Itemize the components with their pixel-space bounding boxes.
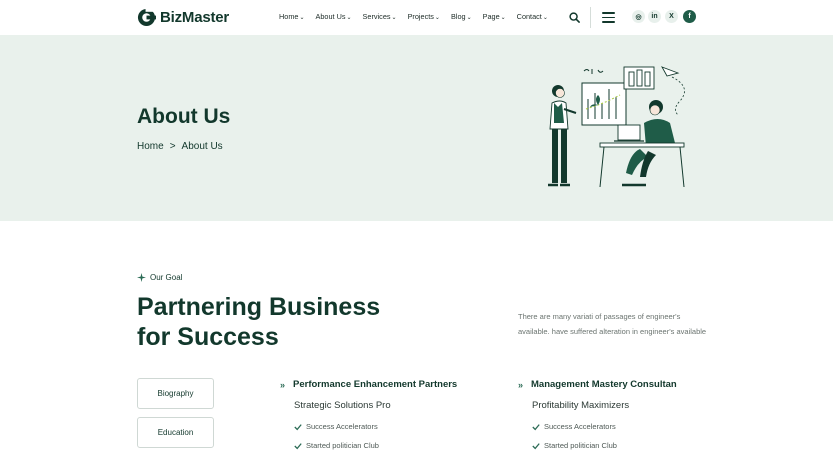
feature-subtitle: Profitability Maximizers — [532, 400, 630, 411]
nav-label: Page — [482, 12, 500, 21]
linkedin-icon[interactable]: in — [648, 10, 661, 23]
breadcrumb-current: About Us — [181, 141, 223, 152]
nav-item-projects[interactable]: Projects ⌄ — [408, 12, 440, 21]
feature-title: Performance Enhancement Partners — [293, 379, 458, 390]
nav-label: Blog — [450, 12, 466, 21]
section-title-line-1: Partnering Business — [137, 293, 381, 321]
chevron-down-icon: ⌄ — [346, 15, 352, 21]
site-header: BizMaster Home ⌄ About Us ⌄ Services ⌄ Proj… — [0, 0, 833, 35]
check-icon — [294, 423, 302, 430]
feature-heading: » Performance Enhancement Partners — [280, 379, 510, 390]
check-icon — [532, 423, 540, 430]
instagram-icon[interactable]: ◎ — [632, 10, 645, 23]
page-title: About Us — [137, 105, 231, 128]
feature-card: » Performance Enhancement Partners Strat… — [280, 379, 510, 451]
nav-label: About Us — [315, 12, 346, 21]
list-item-label: Started politician Club — [544, 441, 617, 450]
header-divider — [590, 7, 591, 28]
nav-item-blog[interactable]: Blog ⌄ — [451, 12, 472, 21]
chevron-down-icon: ⌄ — [434, 15, 440, 21]
chevron-down-icon: ⌄ — [466, 15, 472, 21]
nav-label: Home — [279, 12, 299, 21]
section-description: There are many variati of passages of en… — [518, 312, 707, 336]
list-item-label: Success Accelerators — [544, 422, 616, 431]
page-hero: About Us Home > About Us — [0, 35, 833, 221]
list-item: Success Accelerators — [532, 417, 748, 436]
nav-label: Contact — [516, 12, 542, 21]
list-item: Started politician Club — [294, 436, 510, 451]
chevron-right-icon: > — [169, 141, 176, 152]
nav-item-contact[interactable]: Contact ⌄ — [517, 12, 548, 21]
x-twitter-icon[interactable]: X — [665, 10, 678, 23]
section-title-line-2: for Success — [137, 323, 279, 351]
breadcrumb-home-link[interactable]: Home — [137, 141, 164, 152]
chevron-down-icon: ⌄ — [542, 15, 548, 21]
nav-label: Services — [362, 12, 391, 21]
list-item: Started politician Club — [532, 436, 748, 451]
tab-biography[interactable]: Biography — [137, 378, 214, 409]
facebook-icon[interactable]: f — [683, 10, 696, 23]
main-nav: Home ⌄ About Us ⌄ Services ⌄ Projects ⌄ Blog… — [279, 12, 559, 21]
hamburger-menu-icon[interactable] — [602, 12, 615, 23]
feature-list: Success Accelerators Started politician … — [532, 417, 748, 451]
nav-item-services[interactable]: Services ⌄ — [363, 12, 397, 21]
nav-item-about[interactable]: About Us ⌄ — [316, 12, 352, 21]
nav-item-page[interactable]: Page ⌄ — [483, 12, 506, 21]
team-meeting-illustration — [548, 66, 685, 188]
check-icon — [294, 442, 302, 449]
chevron-down-icon: ⌄ — [299, 15, 305, 21]
feature-list: Success Accelerators Started politician … — [294, 417, 510, 451]
chevron-down-icon: ⌄ — [500, 15, 506, 21]
nav-item-home[interactable]: Home ⌄ — [279, 12, 305, 21]
section-title: Partnering Business for Success — [137, 292, 380, 352]
feature-title: Management Mastery Consultan — [531, 379, 677, 390]
nav-label: Projects — [407, 12, 434, 21]
chevron-down-icon: ⌄ — [391, 15, 397, 21]
check-icon — [532, 442, 540, 449]
logo-icon — [137, 8, 156, 27]
search-icon[interactable] — [569, 12, 580, 23]
brand-name: BizMaster — [160, 9, 230, 26]
breadcrumb: Home > About Us — [137, 141, 223, 152]
double-chevron-right-icon: » — [280, 379, 286, 390]
double-chevron-right-icon: » — [518, 379, 524, 390]
section-tag-label: Our Goal — [150, 273, 183, 282]
feature-card: » Management Mastery Consultan Profitabi… — [518, 379, 748, 451]
tab-education[interactable]: Education — [137, 417, 214, 448]
sparkle-icon — [137, 273, 146, 282]
logo[interactable]: BizMaster — [137, 8, 229, 27]
section-tag: Our Goal — [137, 273, 182, 282]
feature-heading: » Management Mastery Consultan — [518, 379, 748, 390]
list-item-label: Started politician Club — [306, 441, 379, 450]
list-item-label: Success Accelerators — [306, 422, 378, 431]
list-item: Success Accelerators — [294, 417, 510, 436]
feature-subtitle: Strategic Solutions Pro — [294, 400, 391, 411]
